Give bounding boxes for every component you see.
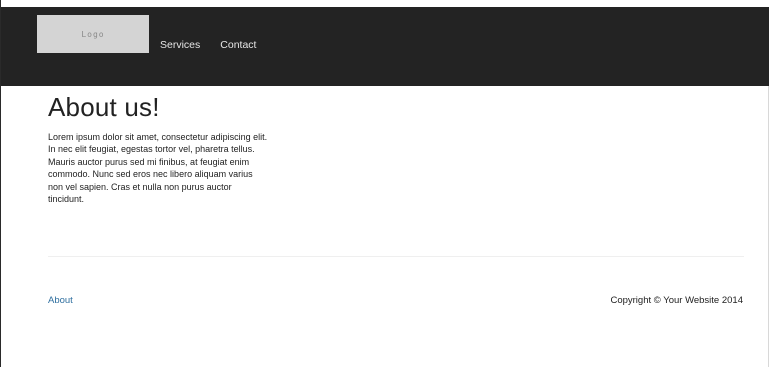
logo-text: Logo (81, 29, 105, 39)
main-nav: Services Contact (160, 39, 256, 51)
nav-link-services[interactable]: Services (160, 39, 200, 51)
nav-link-contact[interactable]: Contact (220, 39, 256, 51)
site-header: Logo Services Contact (1, 0, 769, 86)
logo[interactable]: Logo (37, 15, 149, 53)
page-title: About us! (48, 92, 160, 122)
about-paragraph: Lorem ipsum dolor sit amet, consectetur … (48, 132, 268, 205)
copyright-text: Copyright © Your Website 2014 (610, 295, 743, 306)
footer-link-about[interactable]: About (48, 295, 73, 306)
footer-divider (48, 256, 744, 257)
page: Logo Services Contact About us! Lorem ip… (0, 0, 769, 367)
main-content: About us! Lorem ipsum dolor sit amet, co… (48, 92, 268, 205)
